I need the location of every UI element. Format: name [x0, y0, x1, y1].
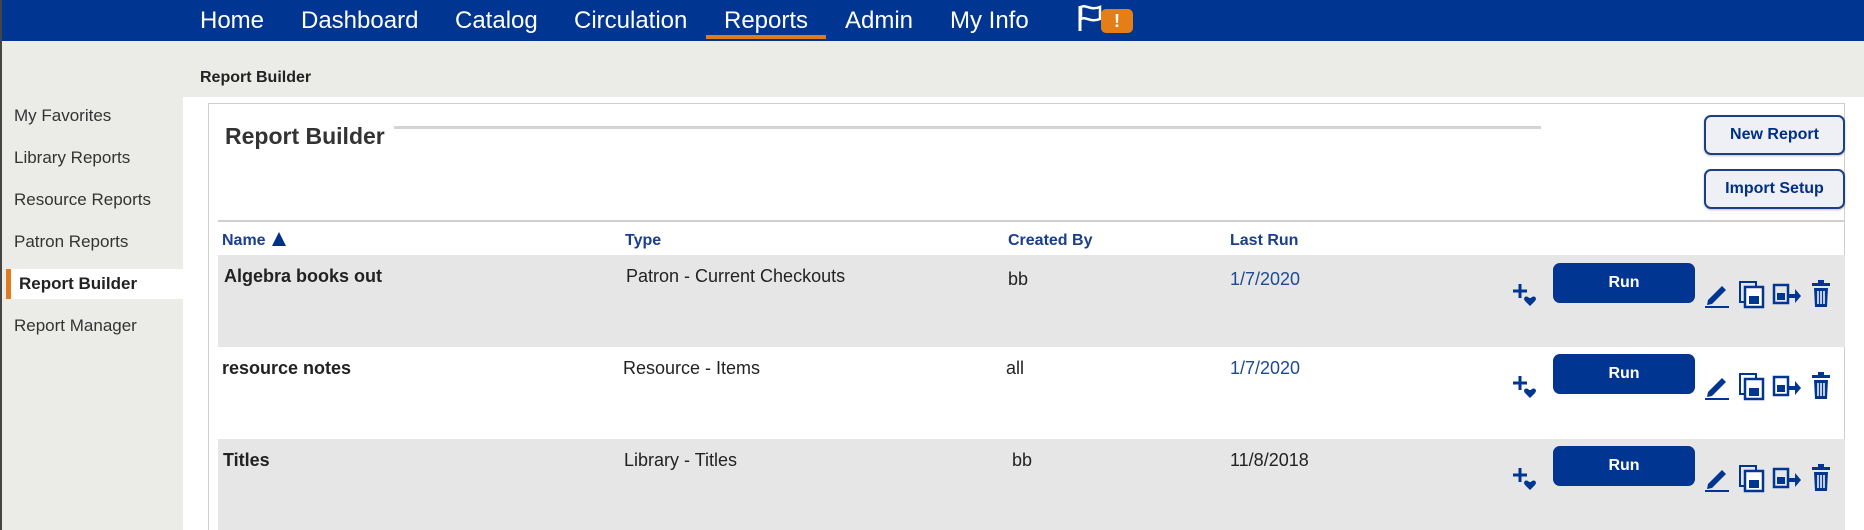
report-name[interactable]: resource notes [222, 358, 351, 379]
nav-tab-admin[interactable]: Admin [845, 0, 913, 41]
nav-tab-my-info[interactable]: My Info [950, 0, 1029, 41]
delete-icon[interactable] [1806, 463, 1836, 493]
copy-icon[interactable] [1737, 371, 1767, 401]
window-edge [0, 0, 2, 530]
sidebar-item-report-manager[interactable]: Report Manager [6, 311, 183, 341]
new-report-button[interactable]: New Report [1704, 115, 1845, 155]
export-icon[interactable] [1772, 371, 1802, 401]
report-type: Patron - Current Checkouts [626, 266, 846, 286]
add-favorite-icon[interactable] [1511, 372, 1541, 402]
run-button[interactable]: Run [1553, 354, 1695, 394]
sort-ascending-icon[interactable] [271, 232, 286, 246]
sidebar-item-resource-reports[interactable]: Resource Reports [6, 185, 183, 215]
delete-icon[interactable] [1806, 279, 1836, 309]
edit-icon[interactable] [1702, 463, 1732, 493]
table-row[interactable]: Algebra books out Patron - Current Check… [218, 255, 1845, 347]
column-header-created-by[interactable]: Created By [1008, 232, 1092, 250]
delete-icon[interactable] [1806, 371, 1836, 401]
column-header-last-run[interactable]: Last Run [1230, 232, 1298, 250]
report-last-run[interactable]: 1/7/2020 [1230, 269, 1300, 290]
export-icon[interactable] [1772, 279, 1802, 309]
alert-badge[interactable]: ! [1101, 9, 1133, 33]
nav-tab-reports[interactable]: Reports [705, 0, 827, 41]
sidebar-item-patron-reports[interactable]: Patron Reports [6, 227, 183, 257]
page-title: Report Builder [225, 123, 385, 149]
report-name[interactable]: Titles [223, 450, 270, 471]
title-divider [394, 126, 1541, 129]
sidebar-item-my-favorites[interactable]: My Favorites [6, 101, 183, 131]
report-last-run[interactable]: 1/7/2020 [1230, 358, 1300, 379]
report-created-by: bb [1012, 450, 1033, 470]
export-icon[interactable] [1772, 463, 1802, 493]
nav-tab-catalog[interactable]: Catalog [455, 0, 538, 41]
report-type: Resource - Items [623, 358, 761, 378]
nav-tab-home[interactable]: Home [200, 0, 264, 41]
sidebar-item-report-builder[interactable]: Report Builder [6, 269, 183, 299]
table-row[interactable]: resource notes Resource - Items all 1/7/… [218, 347, 1845, 439]
nav-tab-dashboard[interactable]: Dashboard [301, 0, 418, 41]
copy-icon[interactable] [1737, 279, 1767, 309]
report-created-by: bb [1008, 269, 1029, 289]
copy-icon[interactable] [1737, 463, 1767, 493]
column-header-name[interactable]: Name [222, 232, 286, 250]
add-favorite-icon[interactable] [1511, 464, 1541, 494]
add-favorite-icon[interactable] [1511, 280, 1541, 310]
report-created-by: all [1006, 358, 1025, 378]
run-button[interactable]: Run [1553, 446, 1695, 486]
import-setup-button[interactable]: Import Setup [1704, 169, 1845, 209]
breadcrumb: Report Builder [200, 69, 312, 86]
top-nav: Home Dashboard Catalog Circulation Repor… [0, 0, 1864, 41]
table-row[interactable]: Titles Library - Titles bb 11/8/2018 Run [218, 439, 1845, 530]
column-header-name-label: Name [222, 232, 266, 249]
sidebar-item-library-reports[interactable]: Library Reports [6, 143, 183, 173]
report-type: Library - Titles [624, 450, 738, 470]
report-last-run[interactable]: 11/8/2018 [1230, 450, 1309, 471]
edit-icon[interactable] [1702, 279, 1732, 309]
table-header-divider [218, 220, 1845, 222]
flag-icon[interactable] [1077, 4, 1103, 32]
column-header-type[interactable]: Type [625, 232, 661, 250]
report-name[interactable]: Algebra books out [224, 266, 382, 287]
edit-icon[interactable] [1702, 371, 1732, 401]
nav-tab-circulation[interactable]: Circulation [574, 0, 687, 41]
run-button[interactable]: Run [1553, 263, 1695, 303]
